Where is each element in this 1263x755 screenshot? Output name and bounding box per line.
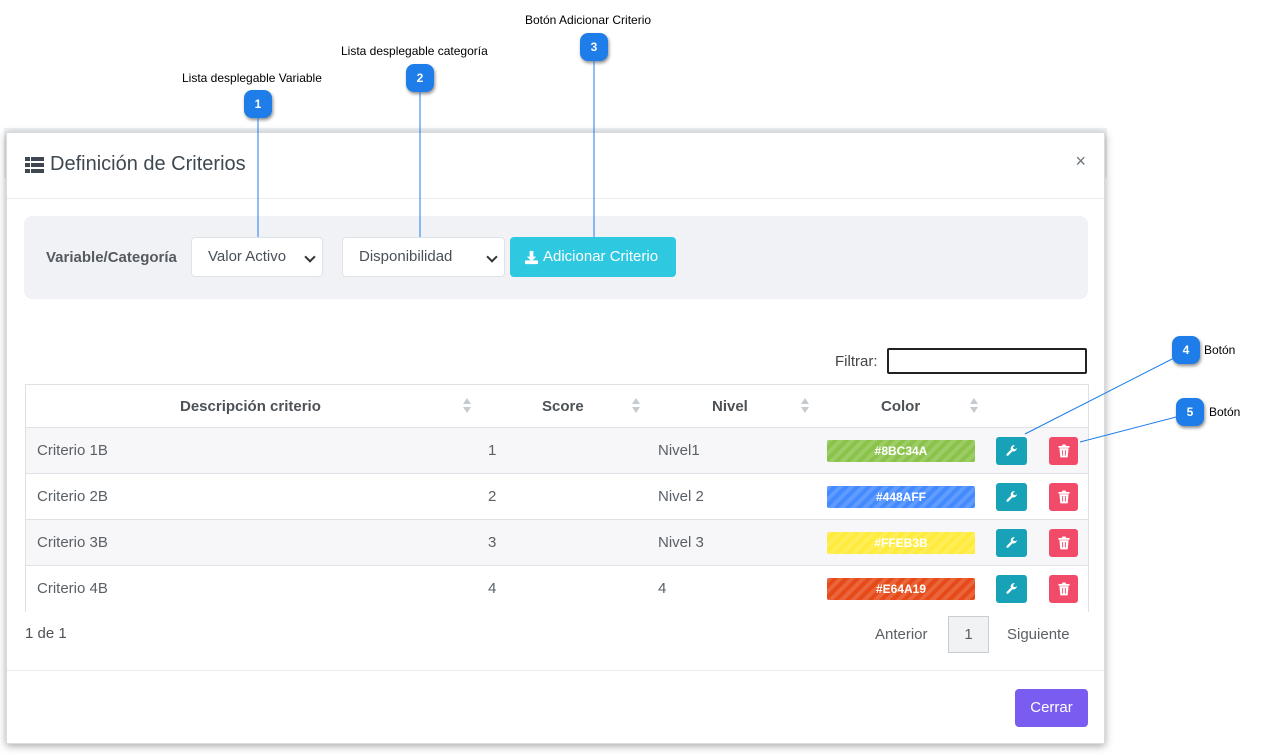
annotation-connector-lines: [257, 61, 1181, 443]
